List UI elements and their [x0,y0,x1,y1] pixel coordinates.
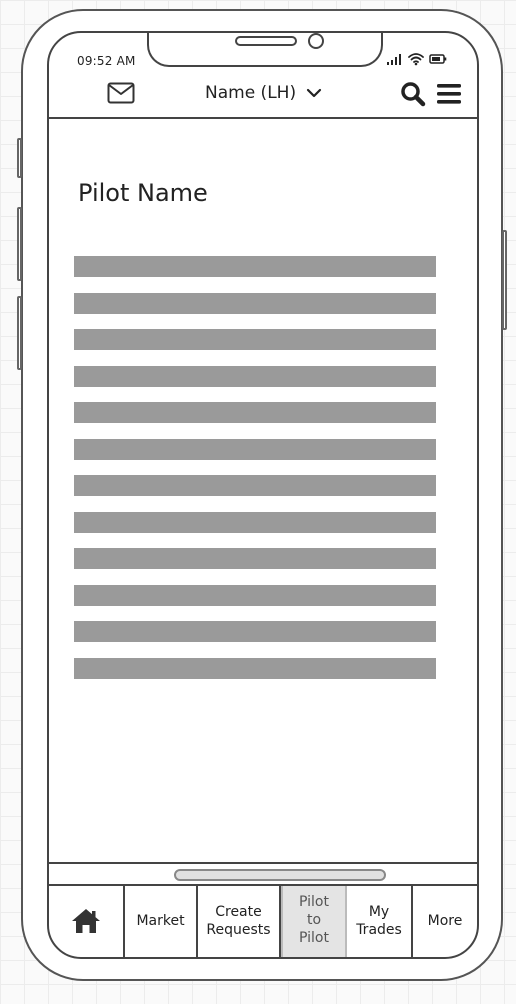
text-placeholder-line [74,438,436,460]
battery-icon [429,54,447,64]
header-title: Name (LH) [205,83,297,103]
menu-button[interactable] [436,82,462,106]
tab-pilot-to-pilot[interactable]: Pilot to Pilot [281,886,347,957]
text-placeholder-line [74,475,436,496]
page-title: Pilot Name [78,179,208,207]
front-camera [308,33,324,49]
mail-icon [107,82,135,104]
text-placeholder-line [74,511,436,533]
phone-screen: 09:52 AM Name (LH) Pilot Name Market Cre… [47,31,479,959]
home-icon [72,908,100,933]
search-icon [401,82,426,107]
speaker-grille [235,36,297,46]
side-button-volume-up [17,207,22,281]
text-placeholder-line [74,548,436,569]
side-button-volume-down [17,296,22,370]
tab-my-trades[interactable]: My Trades [347,886,413,957]
search-button[interactable] [400,81,426,107]
tab-market-label: Market [136,912,185,929]
tab-create-requests-label: Create Requests [206,903,271,938]
tab-home[interactable] [49,886,125,957]
account-dropdown[interactable]: Name (LH) [205,81,322,105]
horizontal-scrollbar[interactable] [174,869,386,881]
tab-market[interactable]: Market [125,886,198,957]
tab-more[interactable]: More [413,886,477,957]
text-placeholder-line [74,657,436,679]
hamburger-menu-icon [437,84,461,104]
text-placeholder-line [74,292,436,314]
tab-pilot-to-pilot-label: Pilot to Pilot [299,893,329,946]
text-placeholder-line [74,329,436,350]
text-placeholder-line [74,621,436,642]
header-divider [49,117,477,119]
side-button-power [502,230,507,330]
text-placeholder-line [74,584,436,606]
text-placeholder-line [74,256,436,277]
side-button-mute [17,138,22,178]
signal-icon [387,54,401,65]
wifi-icon [408,53,424,63]
content-divider [49,862,477,864]
status-time: 09:52 AM [77,54,136,68]
mail-button[interactable] [107,81,135,105]
bottom-tab-bar: Market Create Requests Pilot to Pilot My… [49,884,477,957]
text-placeholder-line [74,365,436,387]
tab-more-label: More [427,912,463,929]
text-placeholder-block [74,256,436,694]
tab-my-trades-label: My Trades [356,903,402,938]
text-placeholder-line [74,402,436,423]
notch [147,33,383,67]
tab-create-requests[interactable]: Create Requests [198,886,281,957]
chevron-down-icon [306,88,322,98]
status-icons [387,53,447,66]
